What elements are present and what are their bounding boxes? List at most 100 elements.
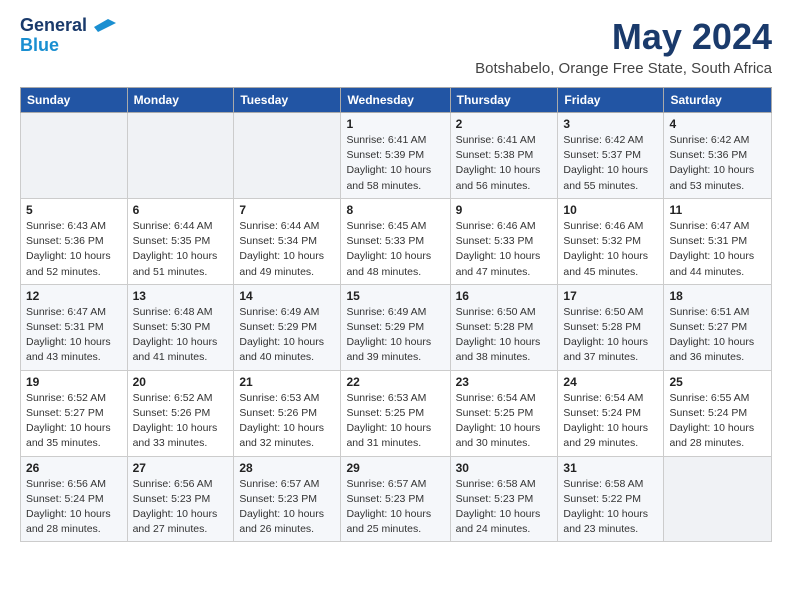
day-number: 31 (563, 461, 658, 475)
day-info: Sunrise: 6:47 AMSunset: 5:31 PMDaylight:… (669, 219, 766, 280)
calendar-header-friday: Friday (558, 88, 664, 113)
calendar-cell: 14 Sunrise: 6:49 AMSunset: 5:29 PMDayligh… (234, 284, 341, 370)
day-number: 18 (669, 289, 766, 303)
day-number: 2 (456, 117, 553, 131)
calendar-week-1: 1Sunrise: 6:41 AMSunset: 5:39 PMDaylight… (21, 113, 772, 199)
day-info: Sunrise: 6:56 AMSunset: 5:23 PMDaylight:… (133, 477, 229, 538)
day-number: 21 (239, 375, 335, 389)
day-info: Sunrise: 6:44 AMSunset: 5:35 PMDaylight:… (133, 219, 229, 280)
logo-general: General (20, 15, 87, 35)
calendar-cell (664, 456, 772, 542)
day-number: 9 (456, 203, 553, 217)
day-info: Sunrise: 6:43 AMSunset: 5:36 PMDaylight:… (26, 219, 122, 280)
day-info: Sunrise: 6:47 AMSunset: 5:31 PMDaylight:… (26, 305, 122, 366)
calendar-cell: 31 Sunrise: 6:58 AMSunset: 5:22 PMDayligh… (558, 456, 664, 542)
calendar-cell (234, 113, 341, 199)
calendar-cell: 10 Sunrise: 6:46 AMSunset: 5:32 PMDayligh… (558, 198, 664, 284)
calendar-cell: 28 Sunrise: 6:57 AMSunset: 5:23 PMDayligh… (234, 456, 341, 542)
calendar-cell: 11Sunrise: 6:47 AMSunset: 5:31 PMDayligh… (664, 198, 772, 284)
calendar-header-wednesday: Wednesday (341, 88, 450, 113)
calendar-cell: 18 Sunrise: 6:51 AMSunset: 5:27 PMDayligh… (664, 284, 772, 370)
header: General Blue May 2024 Botshabelo, Orange… (20, 16, 772, 77)
day-info: Sunrise: 6:55 AMSunset: 5:24 PMDaylight:… (669, 391, 766, 452)
day-info: Sunrise: 6:49 AMSunset: 5:29 PMDaylight:… (346, 305, 444, 366)
calendar-cell: 4 Sunrise: 6:42 AMSunset: 5:36 PMDaylight… (664, 113, 772, 199)
day-info: Sunrise: 6:54 AMSunset: 5:24 PMDaylight:… (563, 391, 658, 452)
day-info: Sunrise: 6:52 AMSunset: 5:27 PMDaylight:… (26, 391, 122, 452)
calendar-header-sunday: Sunday (21, 88, 128, 113)
day-number: 13 (133, 289, 229, 303)
day-info: Sunrise: 6:48 AMSunset: 5:30 PMDaylight:… (133, 305, 229, 366)
logo-text: General (20, 16, 116, 36)
day-number: 17 (563, 289, 658, 303)
day-number: 4 (669, 117, 766, 131)
calendar-cell: 6 Sunrise: 6:44 AMSunset: 5:35 PMDaylight… (127, 198, 234, 284)
day-info: Sunrise: 6:53 AMSunset: 5:25 PMDaylight:… (346, 391, 444, 452)
calendar-cell: 21 Sunrise: 6:53 AMSunset: 5:26 PMDayligh… (234, 370, 341, 456)
calendar-cell: 24 Sunrise: 6:54 AMSunset: 5:24 PMDayligh… (558, 370, 664, 456)
day-info: Sunrise: 6:42 AMSunset: 5:36 PMDaylight:… (669, 133, 766, 194)
day-info: Sunrise: 6:53 AMSunset: 5:26 PMDaylight:… (239, 391, 335, 452)
day-number: 7 (239, 203, 335, 217)
day-info: Sunrise: 6:42 AMSunset: 5:37 PMDaylight:… (563, 133, 658, 194)
calendar-cell: 16Sunrise: 6:50 AMSunset: 5:28 PMDayligh… (450, 284, 558, 370)
day-number: 10 (563, 203, 658, 217)
calendar-cell: 20 Sunrise: 6:52 AMSunset: 5:26 PMDayligh… (127, 370, 234, 456)
day-number: 20 (133, 375, 229, 389)
calendar-week-2: 5Sunrise: 6:43 AMSunset: 5:36 PMDaylight… (21, 198, 772, 284)
calendar-cell: 9 Sunrise: 6:46 AMSunset: 5:33 PMDaylight… (450, 198, 558, 284)
calendar-week-3: 12 Sunrise: 6:47 AMSunset: 5:31 PMDayligh… (21, 284, 772, 370)
day-number: 27 (133, 461, 229, 475)
calendar-week-4: 19 Sunrise: 6:52 AMSunset: 5:27 PMDayligh… (21, 370, 772, 456)
day-number: 12 (26, 289, 122, 303)
day-number: 22 (346, 375, 444, 389)
day-info: Sunrise: 6:46 AMSunset: 5:33 PMDaylight:… (456, 219, 553, 280)
day-info: Sunrise: 6:54 AMSunset: 5:25 PMDaylight:… (456, 391, 553, 452)
calendar-cell (127, 113, 234, 199)
calendar-table: SundayMondayTuesdayWednesdayThursdayFrid… (20, 87, 772, 542)
day-info: Sunrise: 6:57 AMSunset: 5:23 PMDaylight:… (346, 477, 444, 538)
day-info: Sunrise: 6:58 AMSunset: 5:23 PMDaylight:… (456, 477, 553, 538)
day-number: 3 (563, 117, 658, 131)
day-number: 19 (26, 375, 122, 389)
calendar-cell: 19 Sunrise: 6:52 AMSunset: 5:27 PMDayligh… (21, 370, 128, 456)
calendar-cell: 13 Sunrise: 6:48 AMSunset: 5:30 PMDayligh… (127, 284, 234, 370)
day-info: Sunrise: 6:46 AMSunset: 5:32 PMDaylight:… (563, 219, 658, 280)
calendar-cell: 22 Sunrise: 6:53 AMSunset: 5:25 PMDayligh… (341, 370, 450, 456)
day-number: 24 (563, 375, 658, 389)
day-info: Sunrise: 6:52 AMSunset: 5:26 PMDaylight:… (133, 391, 229, 452)
day-number: 28 (239, 461, 335, 475)
day-number: 23 (456, 375, 553, 389)
day-number: 14 (239, 289, 335, 303)
calendar-cell (21, 113, 128, 199)
logo-wing-icon (94, 19, 116, 33)
day-number: 6 (133, 203, 229, 217)
calendar-cell: 17 Sunrise: 6:50 AMSunset: 5:28 PMDayligh… (558, 284, 664, 370)
day-info: Sunrise: 6:50 AMSunset: 5:28 PMDaylight:… (456, 305, 553, 366)
logo-blue: Blue (20, 36, 59, 56)
day-info: Sunrise: 6:56 AMSunset: 5:24 PMDaylight:… (26, 477, 122, 538)
subtitle: Botshabelo, Orange Free State, South Afr… (475, 60, 772, 77)
calendar-cell: 29 Sunrise: 6:57 AMSunset: 5:23 PMDayligh… (341, 456, 450, 542)
calendar-header-thursday: Thursday (450, 88, 558, 113)
day-number: 25 (669, 375, 766, 389)
calendar-cell: 23 Sunrise: 6:54 AMSunset: 5:25 PMDayligh… (450, 370, 558, 456)
calendar-cell: 25 Sunrise: 6:55 AMSunset: 5:24 PMDayligh… (664, 370, 772, 456)
calendar-header-tuesday: Tuesday (234, 88, 341, 113)
calendar-cell: 3 Sunrise: 6:42 AMSunset: 5:37 PMDaylight… (558, 113, 664, 199)
day-number: 29 (346, 461, 444, 475)
calendar-cell: 27 Sunrise: 6:56 AMSunset: 5:23 PMDayligh… (127, 456, 234, 542)
day-info: Sunrise: 6:49 AMSunset: 5:29 PMDaylight:… (239, 305, 335, 366)
day-info: Sunrise: 6:51 AMSunset: 5:27 PMDaylight:… (669, 305, 766, 366)
day-info: Sunrise: 6:57 AMSunset: 5:23 PMDaylight:… (239, 477, 335, 538)
title-block: May 2024 Botshabelo, Orange Free State, … (475, 16, 772, 77)
day-info: Sunrise: 6:41 AMSunset: 5:38 PMDaylight:… (456, 133, 553, 194)
day-info: Sunrise: 6:45 AMSunset: 5:33 PMDaylight:… (346, 219, 444, 280)
calendar-cell: 2 Sunrise: 6:41 AMSunset: 5:38 PMDaylight… (450, 113, 558, 199)
logo: General Blue (20, 16, 116, 56)
main-title: May 2024 (475, 16, 772, 58)
calendar-cell: 1Sunrise: 6:41 AMSunset: 5:39 PMDaylight… (341, 113, 450, 199)
day-info: Sunrise: 6:58 AMSunset: 5:22 PMDaylight:… (563, 477, 658, 538)
day-info: Sunrise: 6:50 AMSunset: 5:28 PMDaylight:… (563, 305, 658, 366)
calendar-week-5: 26Sunrise: 6:56 AMSunset: 5:24 PMDayligh… (21, 456, 772, 542)
